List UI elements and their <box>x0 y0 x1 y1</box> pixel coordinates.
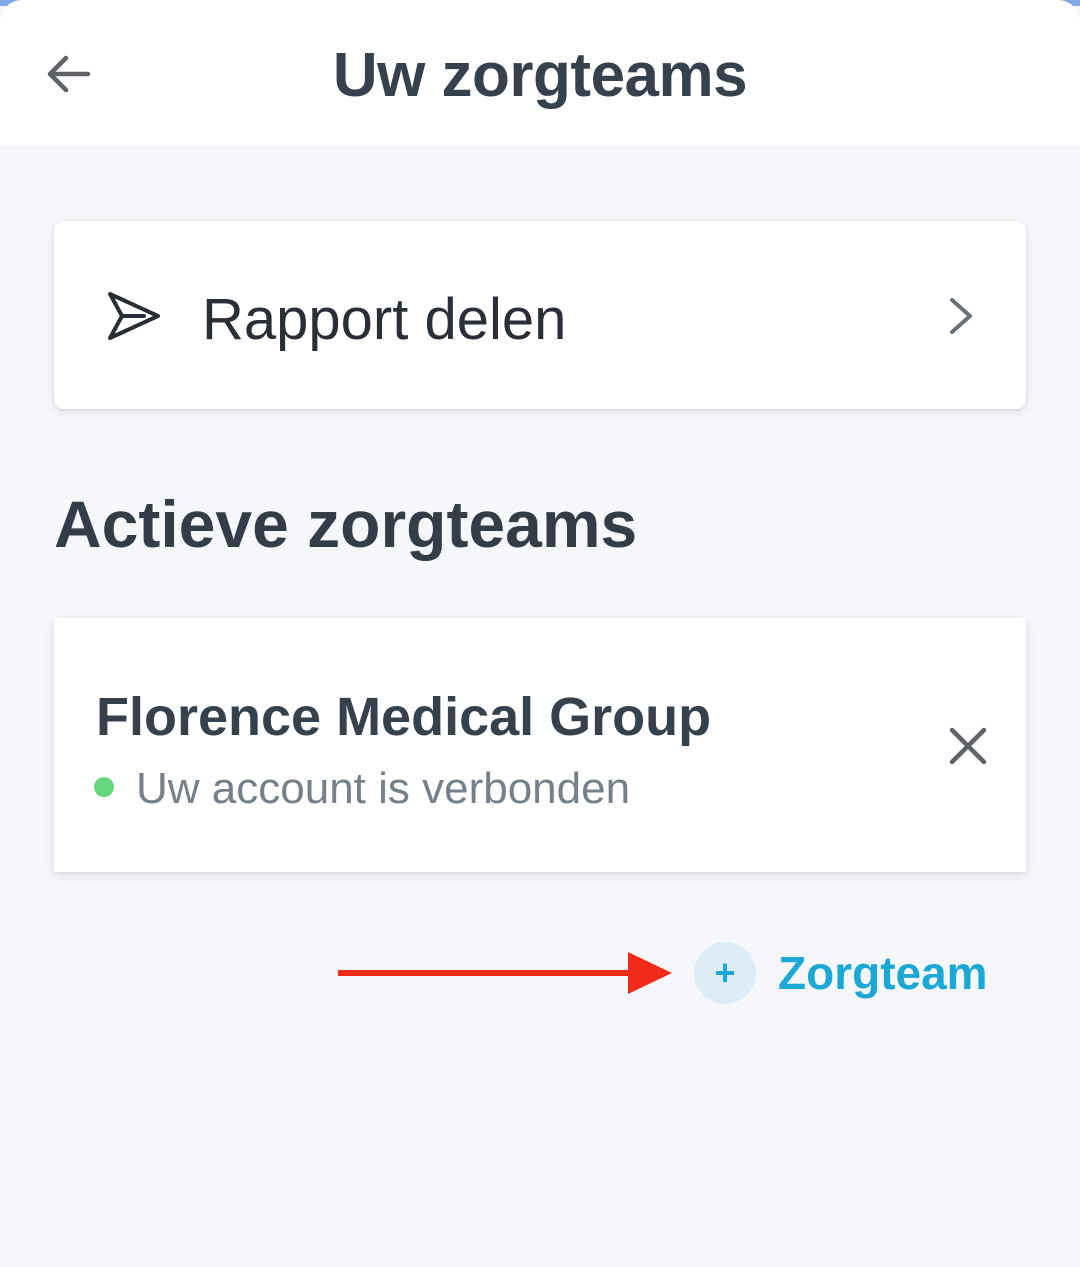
page-title: Uw zorgteams <box>332 41 748 110</box>
remove-team-button[interactable] <box>938 716 998 776</box>
section-heading: Actieve zorgteams <box>54 487 638 561</box>
plus-icon: + <box>694 942 756 1004</box>
status-text: Uw account is verbonden <box>136 764 631 813</box>
send-icon <box>108 292 160 340</box>
add-team-label: Zorgteam <box>778 947 988 999</box>
screen: Uw zorgteams Rapport delen Actieve zorgt… <box>0 0 1080 1267</box>
team-name: Florence Medical Group <box>96 687 712 747</box>
close-icon <box>949 727 987 765</box>
app-header: Uw zorgteams <box>0 0 1080 146</box>
add-team-button[interactable]: + Zorgteam <box>694 942 988 1004</box>
chevron-right-icon <box>950 298 972 334</box>
status-dot <box>94 777 114 797</box>
red-arrow-annotation <box>338 952 672 994</box>
share-report-label: Rapport delen <box>202 287 567 352</box>
